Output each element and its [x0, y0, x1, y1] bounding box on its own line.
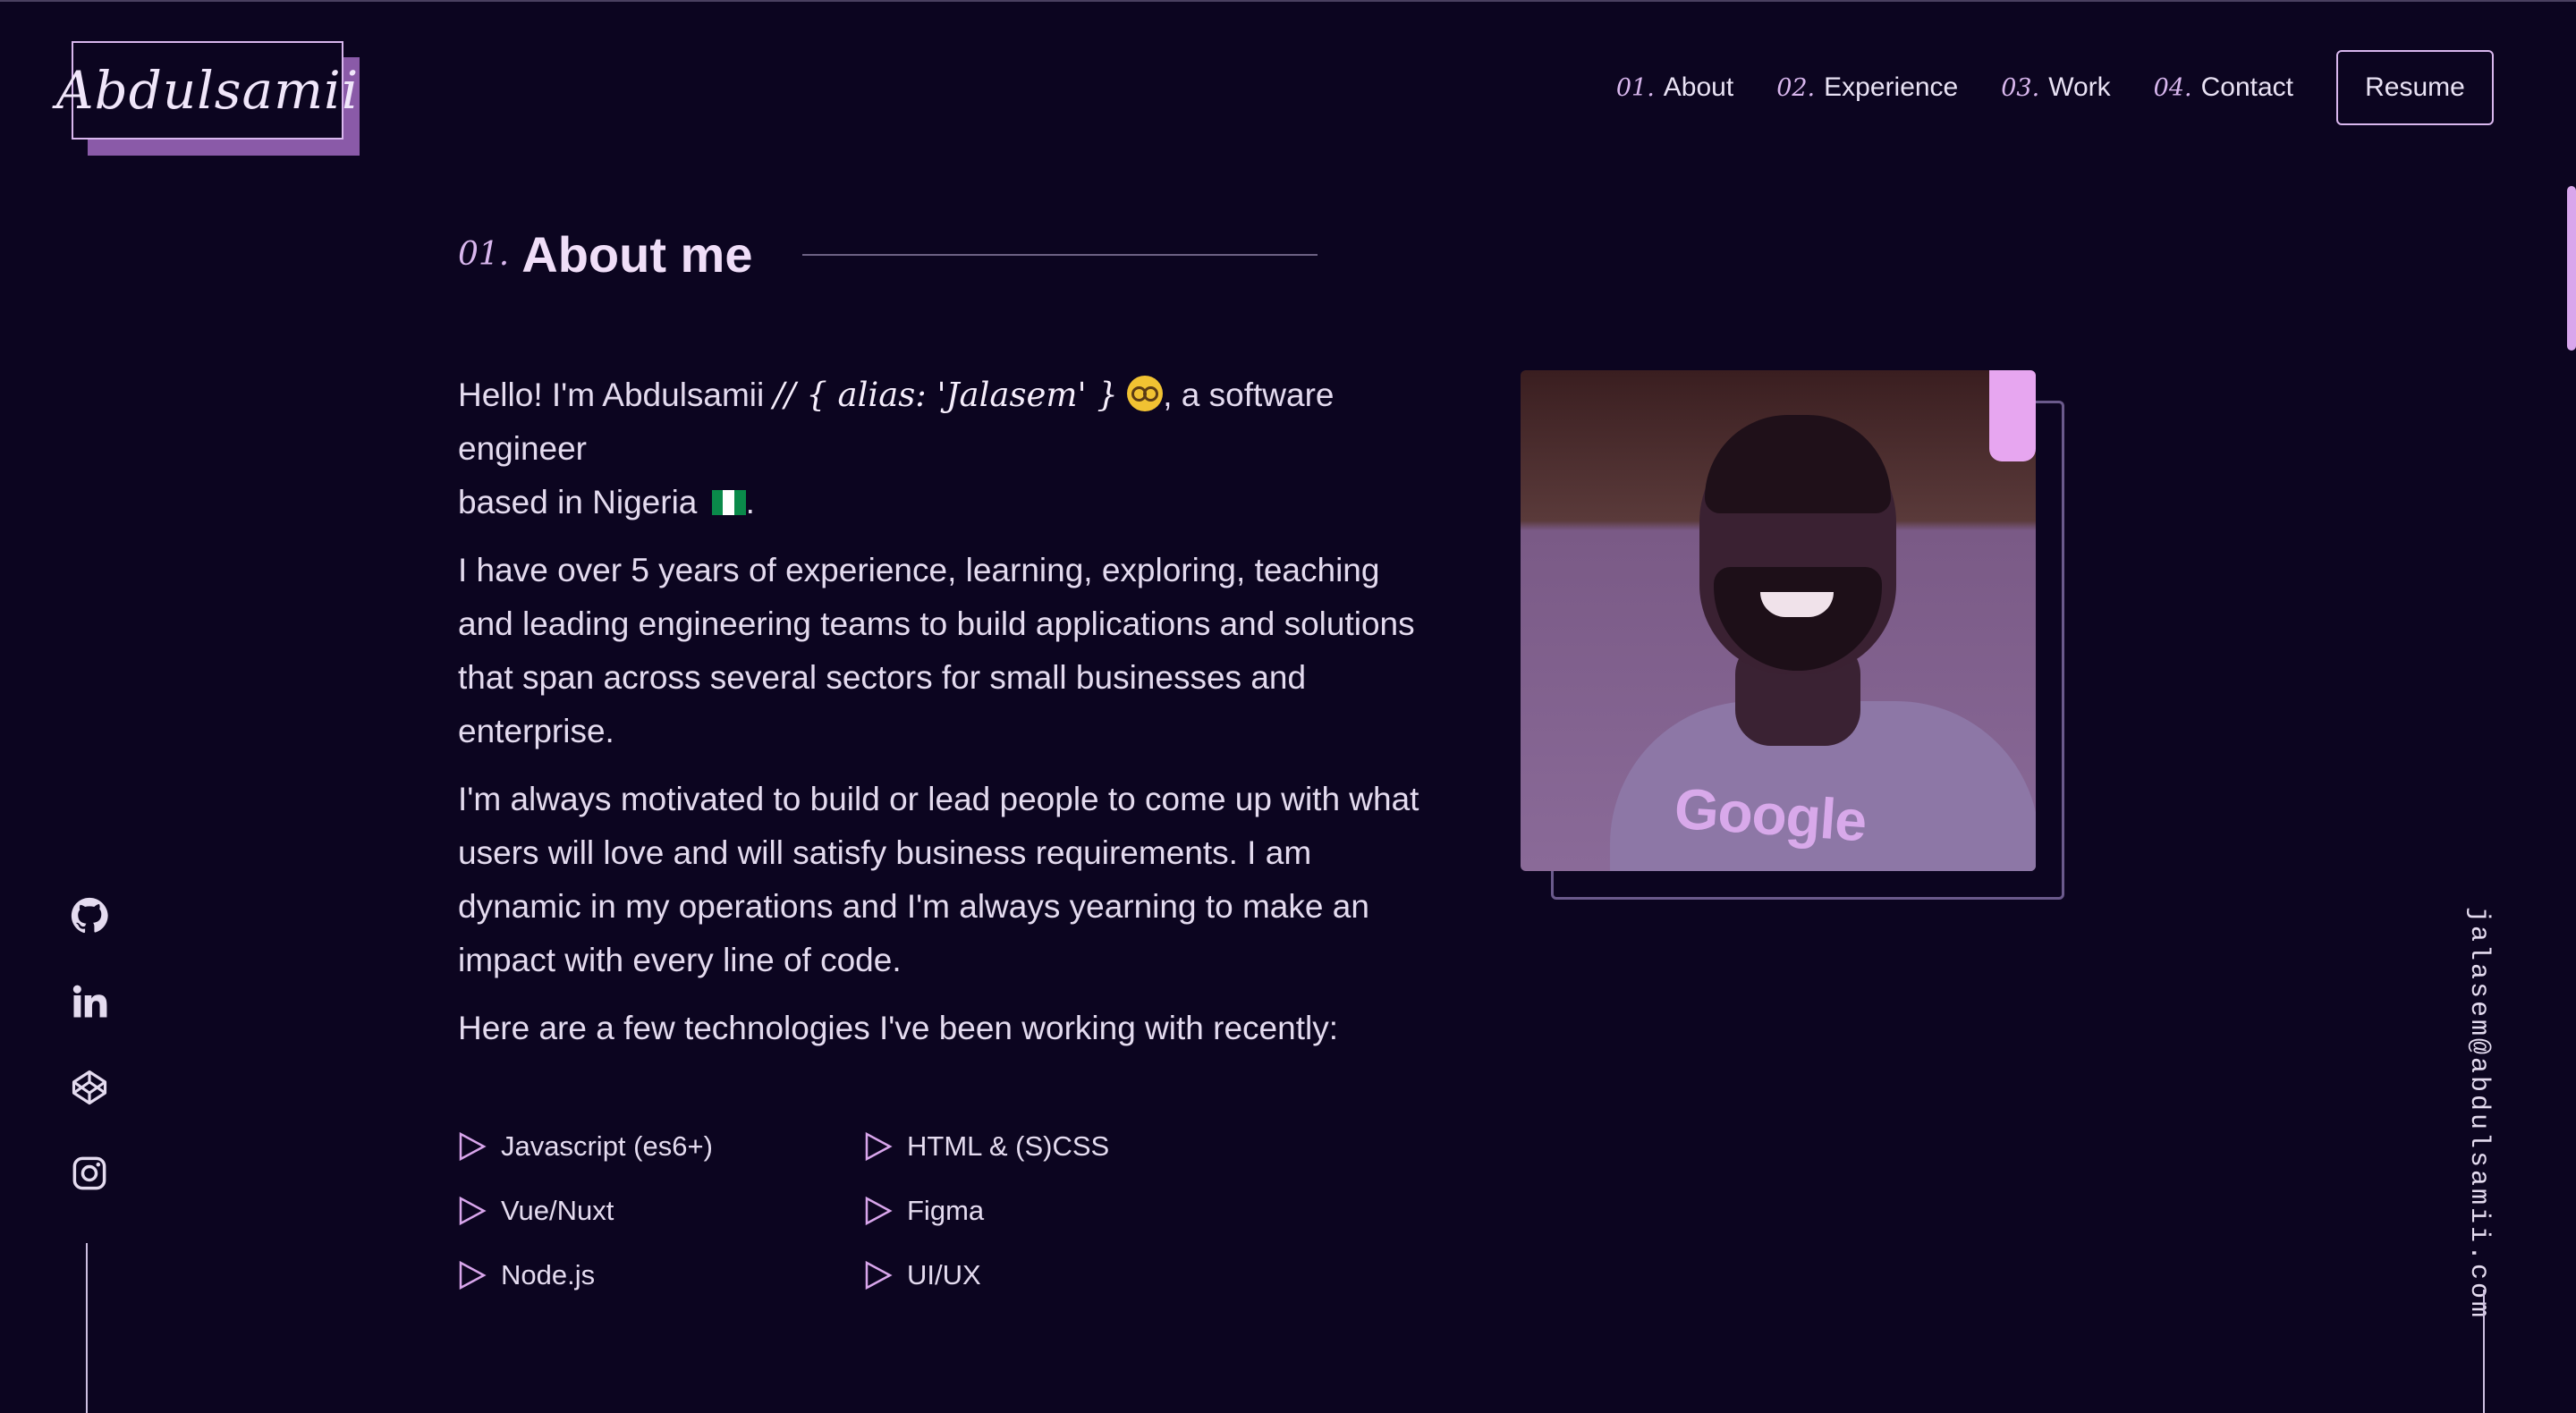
main-nav: 01. About 02. Experience 03. Work 04. Co… [1616, 50, 2497, 125]
nav-number: 03. [2001, 74, 2040, 102]
nav-number: 04. [2153, 74, 2192, 102]
nav-label: About [1663, 72, 1734, 102]
intro-line-2: based in Nigeria [458, 484, 698, 520]
scrollbar-thumb[interactable] [2567, 186, 2576, 351]
github-link[interactable] [70, 896, 109, 935]
section-title: About me [521, 226, 753, 283]
hair [1705, 415, 1891, 513]
linkedin-link[interactable] [70, 982, 109, 1021]
nav-link-about[interactable]: 01. About [1616, 72, 1733, 103]
email-link[interactable]: jalasem@abdulsamii.com [2463, 907, 2494, 1320]
tech-list: Javascript (es6+) HTML & (S)CSS Vue/Nuxt… [458, 1130, 1132, 1291]
tech-item: Vue/Nuxt [458, 1195, 864, 1227]
right-vertical-line [2483, 1290, 2485, 1413]
section-divider [802, 253, 1318, 256]
triangle-bullet-icon [459, 1131, 487, 1162]
triangle-bullet-icon [865, 1260, 893, 1290]
tech-label: Javascript (es6+) [501, 1130, 713, 1162]
instagram-link[interactable] [70, 1154, 109, 1193]
linkedin-icon [72, 985, 107, 1018]
codepen-link[interactable] [70, 1068, 109, 1107]
nav-label: Contact [2200, 72, 2293, 102]
nav-link-contact[interactable]: 04. Contact [2154, 72, 2293, 103]
nav-number: 01. [1615, 74, 1655, 102]
social-links [70, 896, 109, 1240]
triangle-bullet-icon [459, 1196, 487, 1226]
about-paragraph: I have over 5 years of experience, learn… [458, 552, 1415, 749]
about-text: Hello! I'm Abdulsamii // { alias: 'Jalas… [458, 368, 1433, 1070]
nav-link-work[interactable]: 03. Work [2001, 72, 2110, 103]
nigeria-flag-icon [711, 490, 746, 515]
tech-item: Figma [864, 1195, 1132, 1227]
alias-text: // { alias: 'Jalasem' } [773, 376, 1118, 414]
nav-link-experience[interactable]: 02. Experience [1776, 72, 1958, 103]
profile-photo-wrapper: Google [1521, 370, 2064, 900]
intro-prefix: Hello! I'm Abdulsamii [458, 377, 765, 413]
profile-photo[interactable]: Google [1521, 370, 2036, 871]
tech-label: Vue/Nuxt [501, 1195, 614, 1226]
section-header: 01. About me [458, 225, 1318, 283]
shirt-logo-text: Google [1672, 775, 1868, 854]
background-light [1989, 370, 2036, 461]
resume-button[interactable]: Resume [2336, 50, 2494, 125]
about-intro: Hello! I'm Abdulsamii // { alias: 'Jalas… [458, 376, 1335, 520]
nav-label: Experience [1824, 72, 1959, 102]
about-paragraph: I'm always motivated to build or lead pe… [458, 781, 1419, 978]
triangle-bullet-icon [865, 1196, 893, 1226]
nav-number: 02. [1776, 74, 1816, 102]
tech-item: Node.js [458, 1259, 864, 1291]
tech-label: Figma [907, 1195, 985, 1226]
logo[interactable]: Abdulsamii [56, 41, 360, 156]
tech-item: UI/UX [864, 1259, 1132, 1291]
github-icon [71, 897, 108, 934]
logo-text: Abdulsamii [55, 60, 360, 121]
section-number: 01. [458, 236, 510, 273]
tech-label: HTML & (S)CSS [907, 1130, 1110, 1162]
logo-box: Abdulsamii [56, 41, 358, 140]
left-vertical-line [86, 1243, 88, 1413]
codepen-icon [72, 1070, 107, 1105]
tech-item: HTML & (S)CSS [864, 1130, 1132, 1163]
triangle-bullet-icon [865, 1131, 893, 1162]
tech-label: Node.js [501, 1259, 596, 1290]
triangle-bullet-icon [459, 1260, 487, 1290]
nav-label: Work [2048, 72, 2111, 102]
about-paragraph: Here are a few technologies I've been wo… [458, 1010, 1338, 1046]
instagram-icon [72, 1156, 106, 1190]
tech-item: Javascript (es6+) [458, 1130, 864, 1163]
nerd-face-emoji-icon [1127, 376, 1164, 411]
page: Abdulsamii 01. About 02. Experience 03. … [0, 0, 2576, 1413]
tech-label: UI/UX [907, 1259, 981, 1290]
